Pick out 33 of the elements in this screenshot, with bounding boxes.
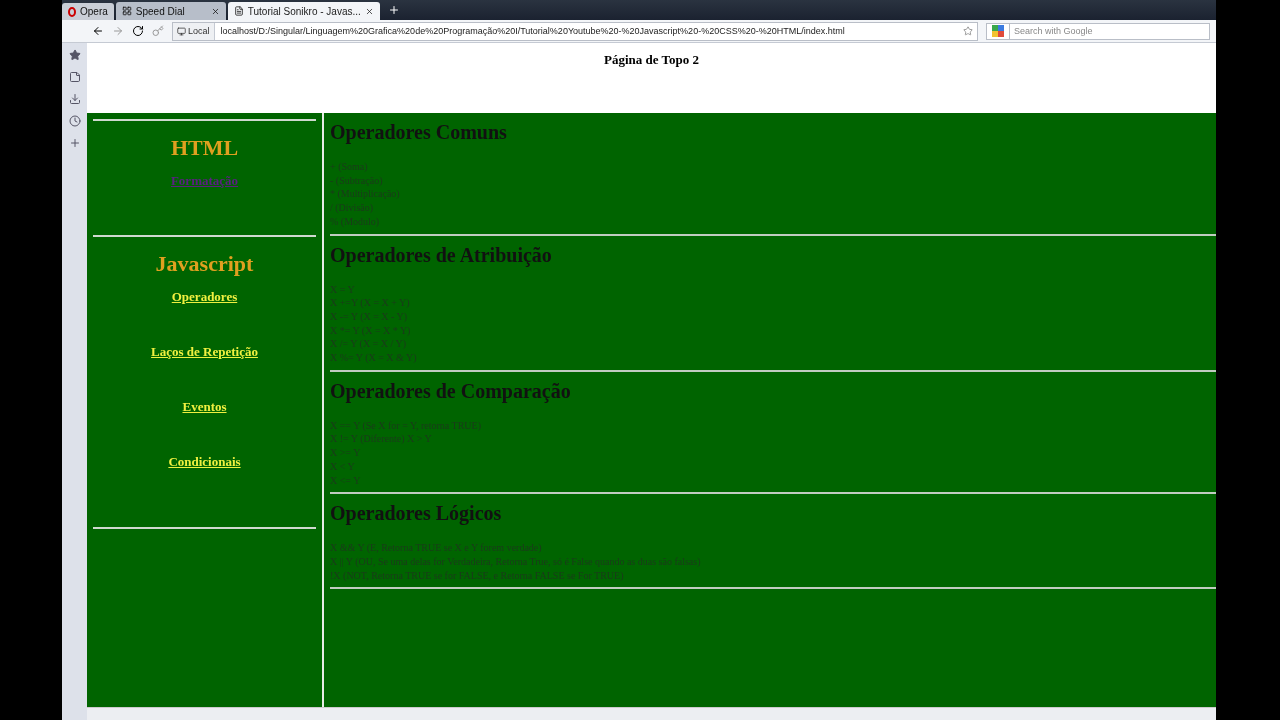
section-heading: Operadores de Atribuição (330, 243, 553, 267)
section-heading: Operadores Lógicos (330, 502, 503, 526)
page-icon (233, 6, 244, 16)
browser-tab[interactable]: Tutorial Sonikro - Javas... (227, 2, 380, 20)
address-field[interactable]: Local localhost/D:/Singular/Linguagem%20Grafica%20de%20Programação%20I/Tutorial%20Youtube%20-%20Javascript%20-%20CSS%20-%20HTML/index.html (172, 21, 978, 41)
download-icon[interactable] (68, 93, 81, 105)
star-icon[interactable] (963, 26, 973, 36)
star-icon[interactable] (68, 49, 81, 61)
nav-link[interactable]: Laços de Repetição (151, 344, 258, 360)
clock-icon[interactable] (68, 115, 81, 127)
horizontal-scrollbar[interactable] (87, 707, 1216, 720)
menu-button[interactable]: Opera (62, 3, 114, 20)
section-heading: Operadores Comuns (330, 121, 508, 144)
nav-link[interactable]: Operadores (171, 289, 238, 305)
reload-icon[interactable] (132, 25, 144, 37)
browser-tab[interactable]: Speed Dial (115, 2, 226, 20)
site-badge[interactable]: Local (173, 22, 215, 40)
close-icon[interactable] (210, 6, 220, 16)
search-engine-button[interactable] (986, 22, 1010, 40)
close-icon[interactable] (364, 6, 374, 16)
note-icon[interactable] (68, 71, 81, 83)
search-field[interactable]: Search with Google (1010, 22, 1210, 40)
nav-heading: HTML (170, 135, 239, 161)
nav-link[interactable]: Eventos (182, 399, 227, 415)
plus-icon[interactable] (68, 137, 81, 149)
logo-icon (68, 6, 76, 17)
page-header: Página de Topo 2 (603, 51, 700, 69)
section-heading: Operadores de Comparação (330, 379, 572, 403)
grid-icon (121, 6, 132, 16)
new-tab-icon[interactable] (387, 4, 400, 16)
nav-heading: Javascript (155, 251, 254, 277)
back-icon[interactable] (92, 25, 104, 37)
nav-link[interactable]: Condicionais (168, 454, 241, 470)
